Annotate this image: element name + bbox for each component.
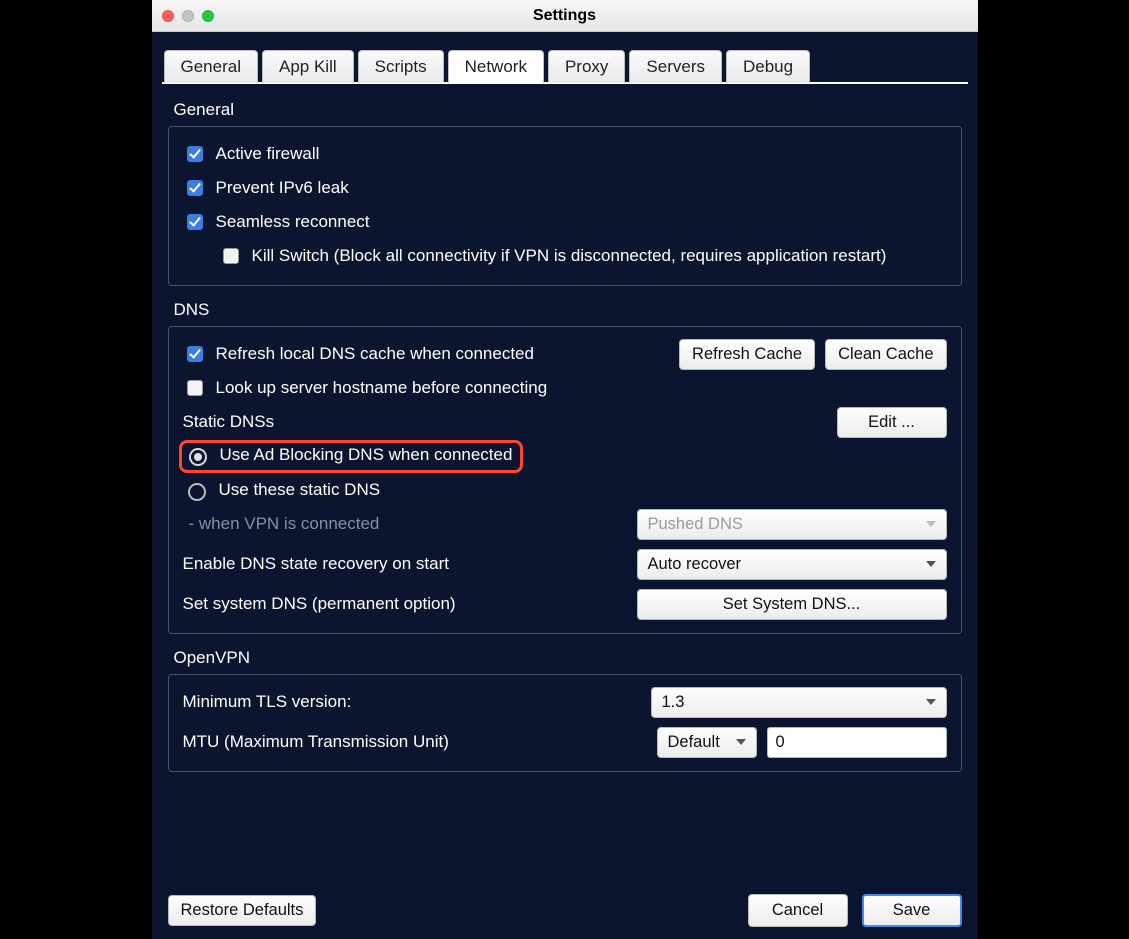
section-label-openvpn: OpenVPN bbox=[174, 648, 962, 668]
kill-switch-label: Kill Switch (Block all connectivity if V… bbox=[252, 246, 887, 266]
tab-servers[interactable]: Servers bbox=[629, 50, 722, 83]
prevent-ipv6-checkbox[interactable] bbox=[187, 180, 203, 196]
tls-version-select[interactable]: 1.3 bbox=[651, 687, 947, 718]
clean-cache-button[interactable]: Clean Cache bbox=[825, 339, 946, 370]
static-dnss-label: Static DNSs bbox=[183, 412, 827, 432]
tab-general[interactable]: General bbox=[164, 50, 258, 83]
minimize-icon[interactable] bbox=[182, 10, 194, 22]
refresh-cache-button[interactable]: Refresh Cache bbox=[679, 339, 815, 370]
save-button[interactable]: Save bbox=[862, 894, 962, 927]
active-firewall-label: Active firewall bbox=[216, 144, 320, 164]
static-dns-label: Use these static DNS bbox=[219, 480, 381, 500]
chevron-down-icon bbox=[926, 561, 936, 567]
edit-static-dns-button[interactable]: Edit ... bbox=[837, 407, 947, 438]
seamless-reconnect-label: Seamless reconnect bbox=[216, 212, 370, 232]
chevron-down-icon bbox=[926, 521, 936, 527]
set-system-dns-label: Set system DNS (permanent option) bbox=[183, 594, 627, 614]
cancel-button[interactable]: Cancel bbox=[748, 894, 848, 927]
lookup-hostname-checkbox[interactable] bbox=[187, 380, 203, 396]
close-icon[interactable] bbox=[162, 10, 174, 22]
openvpn-group: Minimum TLS version: 1.3 MTU (Maximum Tr… bbox=[168, 674, 962, 772]
refresh-dns-cache-checkbox[interactable] bbox=[187, 346, 203, 362]
static-dns-radio[interactable] bbox=[188, 483, 206, 501]
dns-recovery-label: Enable DNS state recovery on start bbox=[183, 554, 627, 574]
titlebar: Settings bbox=[152, 0, 978, 32]
adblock-dns-radio[interactable] bbox=[189, 448, 207, 466]
network-pane: General Active firewall Prevent IPv6 lea… bbox=[162, 84, 968, 890]
when-vpn-connected-label: - when VPN is connected bbox=[183, 514, 627, 534]
seamless-reconnect-checkbox[interactable] bbox=[187, 214, 203, 230]
settings-window: Settings General App Kill Scripts Networ… bbox=[152, 0, 978, 939]
chevron-down-icon bbox=[736, 739, 746, 745]
lookup-hostname-label: Look up server hostname before connectin… bbox=[216, 378, 548, 398]
section-label-dns: DNS bbox=[174, 300, 962, 320]
tls-version-label: Minimum TLS version: bbox=[183, 692, 641, 712]
active-firewall-checkbox[interactable] bbox=[187, 146, 203, 162]
tab-debug[interactable]: Debug bbox=[726, 50, 810, 83]
refresh-dns-cache-label: Refresh local DNS cache when connected bbox=[216, 344, 670, 364]
pushed-dns-select: Pushed DNS bbox=[637, 509, 947, 540]
mtu-mode-select[interactable]: Default bbox=[657, 727, 757, 758]
general-group: Active firewall Prevent IPv6 leak Seamle… bbox=[168, 126, 962, 286]
chevron-down-icon bbox=[926, 699, 936, 705]
tab-proxy[interactable]: Proxy bbox=[548, 50, 625, 83]
mtu-label: MTU (Maximum Transmission Unit) bbox=[183, 732, 647, 752]
section-label-general: General bbox=[174, 100, 962, 120]
tab-scripts[interactable]: Scripts bbox=[358, 50, 444, 83]
tab-app-kill[interactable]: App Kill bbox=[262, 50, 354, 83]
kill-switch-checkbox[interactable] bbox=[223, 248, 239, 264]
dns-group: Refresh local DNS cache when connected R… bbox=[168, 326, 962, 634]
tls-version-value: 1.3 bbox=[662, 693, 685, 712]
content-area: General App Kill Scripts Network Proxy S… bbox=[152, 32, 978, 939]
restore-defaults-button[interactable]: Restore Defaults bbox=[168, 895, 317, 926]
dns-recovery-select[interactable]: Auto recover bbox=[637, 549, 947, 580]
mtu-value-input[interactable] bbox=[767, 727, 947, 758]
mtu-mode-value: Default bbox=[668, 733, 720, 752]
window-controls bbox=[162, 10, 214, 22]
set-system-dns-button[interactable]: Set System DNS... bbox=[637, 589, 947, 620]
window-title: Settings bbox=[152, 7, 978, 25]
tabbar: General App Kill Scripts Network Proxy S… bbox=[162, 50, 968, 84]
adblock-dns-label: Use Ad Blocking DNS when connected bbox=[220, 445, 513, 465]
footer-bar: Restore Defaults Cancel Save bbox=[162, 890, 968, 933]
dns-recovery-value: Auto recover bbox=[648, 555, 742, 574]
prevent-ipv6-label: Prevent IPv6 leak bbox=[216, 178, 349, 198]
adblock-dns-highlight: Use Ad Blocking DNS when connected bbox=[179, 440, 524, 473]
tab-network[interactable]: Network bbox=[448, 50, 544, 83]
pushed-dns-value: Pushed DNS bbox=[648, 515, 743, 534]
zoom-icon[interactable] bbox=[202, 10, 214, 22]
